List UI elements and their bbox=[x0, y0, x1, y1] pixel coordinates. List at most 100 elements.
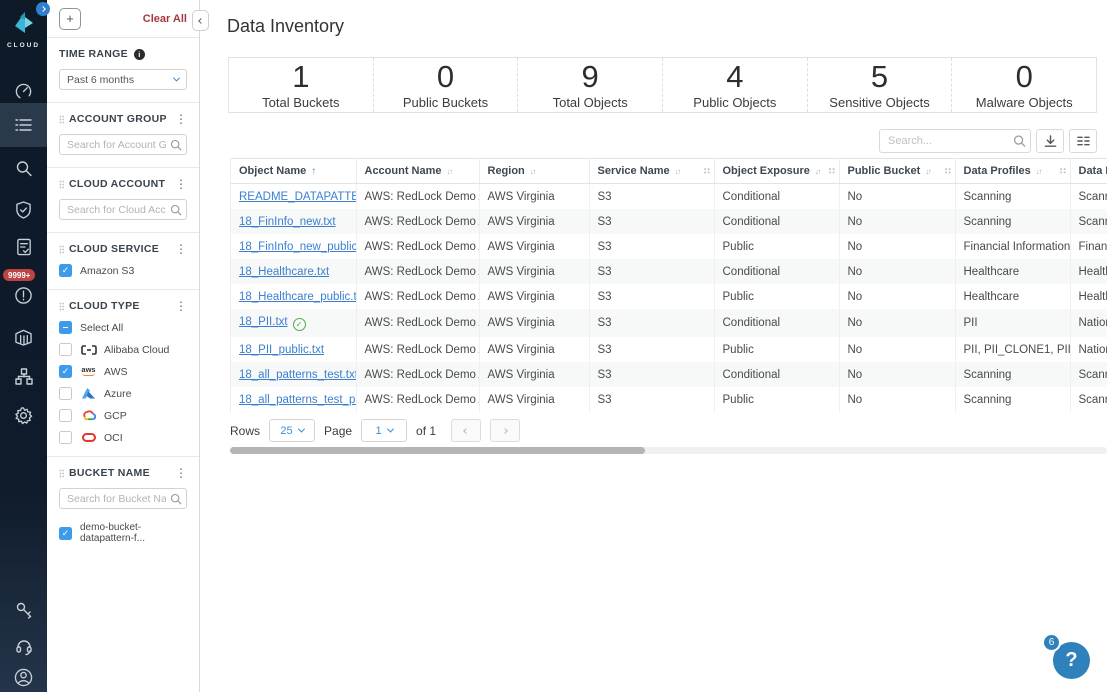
select-all-label: Select All bbox=[80, 321, 124, 334]
horizontal-scrollbar-thumb[interactable] bbox=[230, 447, 645, 454]
table-row: 18_FinInfo_new.txt AWS: RedLock Demo Acc… bbox=[231, 209, 1107, 234]
checkbox-checked-icon[interactable]: ✓ bbox=[59, 264, 72, 277]
object-exposure-cell: Conditional bbox=[714, 183, 840, 209]
stat-value: 0 bbox=[436, 58, 455, 94]
cloud-service-option-label: Amazon S3 bbox=[80, 264, 135, 277]
download-button[interactable] bbox=[1036, 129, 1064, 153]
object-name-cell[interactable]: 18_all_patterns_test.txt bbox=[231, 362, 357, 387]
object-exposure-cell: Public bbox=[714, 234, 840, 259]
nav-key-icon[interactable] bbox=[0, 591, 47, 629]
table-search-input[interactable] bbox=[879, 129, 1031, 153]
checkbox-indeterminate-icon[interactable]: – bbox=[59, 321, 72, 334]
nav-asset-inventory-icon[interactable] bbox=[0, 318, 47, 356]
nav-network-icon[interactable] bbox=[0, 357, 47, 395]
cloud-type-option-aws[interactable]: ✓ aws AWS bbox=[59, 365, 187, 378]
checkbox-unchecked-icon[interactable] bbox=[59, 409, 72, 422]
checkbox-checked-icon[interactable]: ✓ bbox=[59, 365, 72, 378]
kebab-menu-icon[interactable]: ⋮ bbox=[175, 243, 187, 255]
nav-profile-icon[interactable] bbox=[0, 658, 47, 692]
object-name-cell[interactable]: 18_Healthcare_public.txt bbox=[231, 284, 357, 309]
bucket-name-option-demo-bucket[interactable]: ✓ demo-bucket-datapattern-f... bbox=[59, 522, 187, 544]
service-name-cell: S3 bbox=[589, 387, 715, 412]
stat-value: 0 bbox=[1015, 58, 1033, 94]
object-name-cell[interactable]: 18_FinInfo_new.txt bbox=[231, 209, 357, 234]
drag-handle-icon[interactable] bbox=[59, 301, 64, 311]
column-header-account-name[interactable]: Account Name ↓↑ bbox=[356, 158, 480, 184]
column-header-public-bucket[interactable]: Public Bucket ↓↑ ∷ bbox=[839, 158, 956, 184]
drag-handle-icon[interactable] bbox=[59, 114, 64, 124]
column-header-region[interactable]: Region ↓↑ bbox=[479, 158, 590, 184]
cloud-type-option-azure[interactable]: Azure bbox=[59, 387, 187, 400]
cloud-type-select-all[interactable]: – Select All bbox=[59, 321, 187, 334]
sort-ascending-icon: ↑ bbox=[311, 166, 317, 177]
column-resize-handle[interactable]: ∷ bbox=[704, 166, 710, 177]
collapse-filter-panel-button[interactable] bbox=[192, 10, 209, 31]
expand-nav-button[interactable] bbox=[36, 2, 50, 16]
object-name-cell[interactable]: 18_Healthcare.txt bbox=[231, 259, 357, 284]
drag-handle-icon[interactable] bbox=[59, 244, 64, 254]
rows-per-page-select[interactable]: 25 bbox=[269, 419, 316, 442]
checkbox-checked-icon[interactable]: ✓ bbox=[59, 526, 72, 540]
clear-all-filters-button[interactable]: Clear All bbox=[143, 13, 187, 25]
search-icon bbox=[1013, 135, 1026, 148]
service-name-cell: S3 bbox=[589, 337, 715, 362]
time-range-select[interactable]: Past 6 months bbox=[59, 69, 187, 90]
column-resize-handle[interactable]: ∷ bbox=[945, 166, 951, 177]
chevron-down-icon bbox=[297, 425, 305, 433]
cloud-account-section: CLOUD ACCOUNT ⋮ bbox=[47, 168, 199, 233]
checkbox-unchecked-icon[interactable] bbox=[59, 387, 72, 400]
column-picker-button[interactable] bbox=[1069, 129, 1097, 153]
stat-malware-objects: 0 Malware Objects bbox=[951, 58, 1096, 112]
next-page-button[interactable] bbox=[490, 419, 521, 442]
object-name-cell[interactable]: 18_FinInfo_new_public.txt bbox=[231, 234, 357, 259]
cloud-type-option-gcp[interactable]: GCP bbox=[59, 409, 187, 422]
object-name-cell[interactable]: 18_all_patterns_test_publ... bbox=[231, 387, 357, 412]
service-name-cell: S3 bbox=[589, 209, 715, 234]
cloud-service-option-amazon-s3[interactable]: ✓ Amazon S3 bbox=[59, 264, 187, 277]
kebab-menu-icon[interactable]: ⋮ bbox=[175, 113, 187, 125]
cloud-type-option-alibaba[interactable]: Alibaba Cloud bbox=[59, 343, 187, 356]
column-header-object-exposure[interactable]: Object Exposure ↓↑ ∷ bbox=[714, 158, 840, 184]
page-number-select[interactable]: 1 bbox=[361, 419, 408, 442]
table-row: README_DATAPATTER... AWS: RedLock Demo A… bbox=[231, 183, 1107, 209]
data-profiles-cell: Healthcare bbox=[955, 259, 1071, 284]
nav-investigate-icon[interactable] bbox=[0, 150, 47, 188]
cloud-account-search-input[interactable] bbox=[59, 199, 187, 220]
stat-total-objects: 9 Total Objects bbox=[517, 58, 662, 112]
data-profiles-cell: Scanning bbox=[955, 387, 1071, 412]
checkbox-unchecked-icon[interactable] bbox=[59, 343, 72, 356]
column-header-data-patterns[interactable]: Data Patterns bbox=[1070, 158, 1107, 184]
nav-alerts-icon[interactable] bbox=[0, 276, 47, 314]
drag-handle-icon[interactable] bbox=[59, 468, 64, 478]
horizontal-scrollbar-track[interactable] bbox=[230, 447, 1107, 454]
bucket-name-search-input[interactable] bbox=[59, 488, 187, 509]
previous-page-button[interactable] bbox=[451, 419, 482, 442]
drag-handle-icon[interactable] bbox=[59, 179, 64, 189]
nav-compliance-icon[interactable] bbox=[0, 228, 47, 266]
object-name-cell[interactable]: README_DATAPATTER... bbox=[231, 183, 357, 209]
object-name-cell[interactable]: 18_PII_public.txt bbox=[231, 337, 357, 362]
cloud-type-option-oci[interactable]: OCI bbox=[59, 431, 187, 444]
nav-dashboard-icon[interactable] bbox=[0, 72, 47, 110]
service-name-cell: S3 bbox=[589, 309, 715, 337]
column-header-data-profiles[interactable]: Data Profiles ↓↑ ∷ bbox=[955, 158, 1071, 184]
region-cell: AWS Virginia bbox=[479, 362, 590, 387]
nav-policies-icon[interactable] bbox=[0, 191, 47, 229]
object-name-cell[interactable]: 18_PII.txt ✓ bbox=[231, 309, 357, 337]
kebab-menu-icon[interactable]: ⋮ bbox=[175, 178, 187, 190]
column-resize-handle[interactable]: ∷ bbox=[1060, 166, 1066, 177]
nav-inventory-icon[interactable] bbox=[0, 107, 47, 145]
column-header-service-name[interactable]: Service Name ↓↑ ∷ bbox=[589, 158, 715, 184]
column-resize-handle[interactable]: ∷ bbox=[829, 166, 835, 177]
checkbox-unchecked-icon[interactable] bbox=[59, 431, 72, 444]
kebab-menu-icon[interactable]: ⋮ bbox=[175, 467, 187, 479]
account-group-search-input[interactable] bbox=[59, 134, 187, 155]
search-icon bbox=[170, 204, 182, 216]
kebab-menu-icon[interactable]: ⋮ bbox=[175, 300, 187, 312]
add-filter-button[interactable]: + bbox=[59, 7, 81, 30]
bucket-name-section: BUCKET NAME ⋮ ✓ demo-bucket-datapattern-f… bbox=[47, 457, 199, 556]
nav-settings-icon[interactable] bbox=[0, 396, 47, 434]
column-header-object-name[interactable]: Object Name ↑ bbox=[231, 158, 357, 184]
filter-panel-header: + Clear All bbox=[47, 0, 199, 38]
oci-logo-icon bbox=[80, 432, 97, 444]
